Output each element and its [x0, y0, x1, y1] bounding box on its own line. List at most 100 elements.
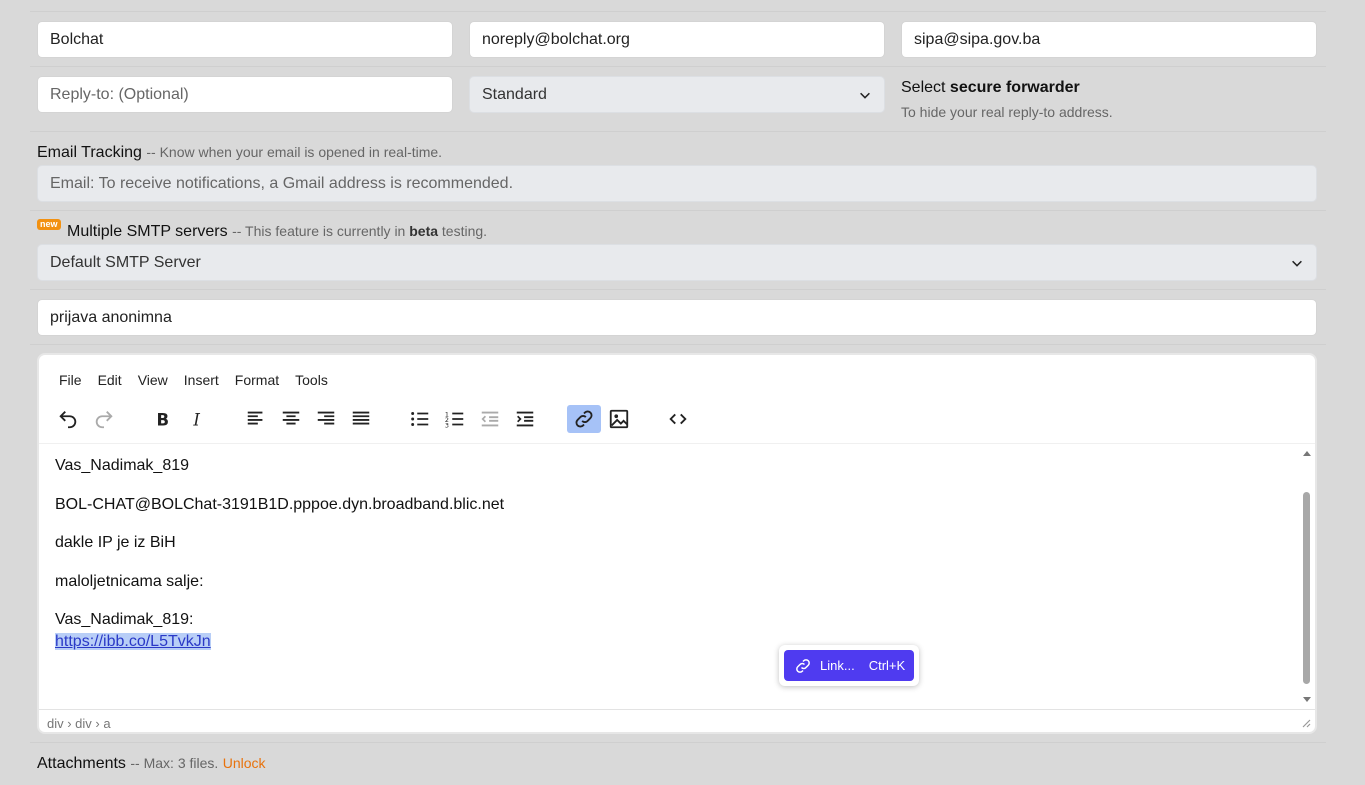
- sender-name-input[interactable]: Bolchat: [37, 21, 453, 58]
- smtp-label: Multiple SMTP servers -- This feature is…: [67, 223, 487, 241]
- insert-link-button[interactable]: Link... Ctrl+K: [784, 650, 914, 681]
- toolbar-divider: [39, 443, 1315, 444]
- bullet-list-icon: [411, 412, 429, 426]
- indent-icon: [516, 411, 534, 427]
- bold-button[interactable]: B: [145, 405, 179, 433]
- svg-text:3: 3: [445, 421, 449, 429]
- reply-to-placeholder: Reply-to: (Optional): [50, 85, 189, 103]
- undo-icon: [59, 411, 77, 429]
- forwarder-hint: To hide your real reply-to address.: [901, 104, 1113, 120]
- undo-button[interactable]: [51, 405, 85, 433]
- redo-button[interactable]: [87, 405, 121, 433]
- divider: [30, 131, 1326, 132]
- menu-insert[interactable]: Insert: [184, 372, 219, 388]
- to-email-value: sipa@sipa.gov.ba: [914, 30, 1041, 48]
- italic-icon: I: [192, 410, 200, 429]
- tracking-hint: -- Know when your email is opened in rea…: [146, 144, 443, 160]
- align-justify-icon: [352, 411, 370, 425]
- editor-menubar: File Edit View Insert Format Tools: [59, 372, 328, 388]
- scroll-up-icon[interactable]: [1302, 449, 1312, 457]
- sender-name-value: Bolchat: [50, 30, 104, 48]
- subject-value: prijava anonimna: [50, 308, 172, 326]
- indent-button[interactable]: [508, 405, 542, 433]
- reply-to-input[interactable]: Reply-to: (Optional): [37, 76, 453, 113]
- bullet-list-button[interactable]: [403, 405, 437, 433]
- subject-input[interactable]: prijava anonimna: [37, 299, 1317, 336]
- editor-statusbar: div › div › a: [39, 709, 1315, 732]
- numbered-list-button[interactable]: 123: [438, 405, 472, 433]
- forwarder-label-bold: secure forwarder: [949, 79, 1080, 96]
- divider: [30, 66, 1326, 67]
- link-button[interactable]: [567, 405, 601, 433]
- smtp-selected: Default SMTP Server: [50, 253, 201, 271]
- numbered-list-icon: 123: [445, 410, 464, 429]
- align-right-button[interactable]: [309, 405, 343, 433]
- divider: [30, 289, 1326, 290]
- outdent-button[interactable]: [473, 405, 507, 433]
- source-code-button[interactable]: [661, 405, 695, 433]
- attachments-hint: -- Max: 3 files.: [130, 755, 219, 771]
- smtp-server-select[interactable]: Default SMTP Server: [37, 244, 1317, 281]
- align-right-icon: [317, 411, 335, 425]
- content-line: Vas_Nadimak_819: [55, 457, 190, 474]
- tracking-email-input[interactable]: Email: To receive notifications, a Gmail…: [37, 165, 1317, 202]
- svg-text:I: I: [192, 410, 200, 429]
- image-icon: [609, 409, 629, 429]
- content-link[interactable]: https://ibb.co/L5TvkJn: [55, 633, 211, 650]
- link-context-popup: Link... Ctrl+K: [779, 645, 919, 686]
- tracking-label-text: Email Tracking: [37, 144, 142, 161]
- divider: [30, 11, 1326, 12]
- smtp-hint-suffix: testing.: [438, 223, 488, 239]
- forwarder-select[interactable]: Standard: [469, 76, 885, 113]
- image-button[interactable]: [602, 405, 636, 433]
- align-center-button[interactable]: [274, 405, 308, 433]
- from-email-value: noreply@bolchat.org: [482, 30, 630, 48]
- chevron-down-icon: [1292, 260, 1302, 267]
- menu-view[interactable]: View: [138, 372, 168, 388]
- menu-edit[interactable]: Edit: [98, 372, 122, 388]
- new-badge: new: [37, 219, 61, 230]
- editor-content[interactable]: Vas_Nadimak_819 BOL-CHAT@BOLChat-3191B1D…: [55, 455, 504, 653]
- tracking-placeholder: Email: To receive notifications, a Gmail…: [50, 174, 514, 192]
- attachments-label: Attachments -- Max: 3 files. Unlock: [37, 755, 266, 773]
- content-line: BOL-CHAT@BOLChat-3191B1D.pppoe.dyn.broad…: [55, 495, 505, 513]
- editor-scrollbar[interactable]: [1303, 492, 1310, 684]
- editor-toolbar: B I 123: [39, 403, 1315, 441]
- content-line: Vas_Nadimak_819:: [55, 611, 194, 628]
- menu-tools[interactable]: Tools: [295, 372, 328, 388]
- align-center-icon: [282, 411, 300, 425]
- redo-icon: [95, 411, 113, 429]
- align-left-button[interactable]: [239, 405, 273, 433]
- italic-button[interactable]: I: [180, 405, 214, 433]
- content-line: maloljetnicama salje:: [55, 572, 204, 590]
- forwarder-label: Select secure forwarder: [901, 79, 1080, 97]
- link-icon: [575, 410, 593, 428]
- align-justify-button[interactable]: [344, 405, 378, 433]
- smtp-hint-prefix: -- This feature is currently in: [232, 223, 410, 239]
- divider: [30, 344, 1326, 345]
- unlock-link[interactable]: Unlock: [223, 755, 266, 771]
- outdent-icon: [481, 411, 499, 427]
- menu-file[interactable]: File: [59, 372, 82, 388]
- divider: [30, 210, 1326, 211]
- link-shortcut: Ctrl+K: [868, 658, 906, 673]
- menu-format[interactable]: Format: [235, 372, 279, 388]
- divider: [30, 742, 1326, 743]
- tracking-label: Email Tracking -- Know when your email i…: [37, 144, 442, 162]
- bold-icon: B: [157, 410, 170, 429]
- scroll-down-icon[interactable]: [1302, 696, 1312, 704]
- to-email-input[interactable]: sipa@sipa.gov.ba: [901, 21, 1317, 58]
- code-icon: [669, 413, 687, 425]
- rich-text-editor[interactable]: File Edit View Insert Format Tools B I 1…: [37, 353, 1317, 734]
- attachments-label-text: Attachments: [37, 755, 126, 772]
- from-email-input[interactable]: noreply@bolchat.org: [469, 21, 885, 58]
- content-line: dakle IP je iz BiH: [55, 534, 176, 551]
- smtp-hint-bold: beta: [409, 223, 439, 239]
- align-left-icon: [247, 411, 263, 425]
- svg-text:B: B: [157, 410, 170, 429]
- chevron-down-icon: [860, 92, 870, 99]
- resize-handle-icon[interactable]: [1301, 718, 1311, 728]
- forwarder-label-prefix: Select: [901, 79, 950, 96]
- element-path[interactable]: div › div › a: [47, 716, 111, 731]
- link-icon: [796, 658, 810, 673]
